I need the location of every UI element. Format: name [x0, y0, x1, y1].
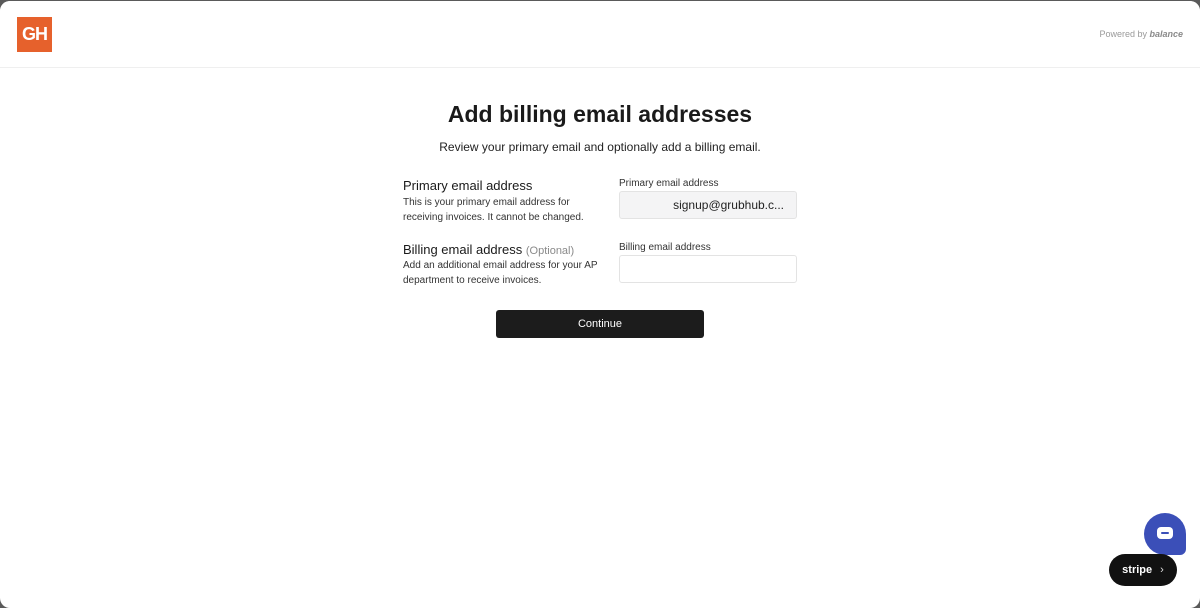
chevron-right-icon: ›: [1160, 564, 1164, 576]
billing-email-heading: Billing email address (Optional): [403, 242, 574, 257]
page-title: Add billing email addresses: [447, 101, 753, 127]
stripe-badge[interactable]: stripe ›: [1109, 554, 1177, 586]
primary-email-label: Primary email address: [619, 178, 719, 189]
billing-email-heading-text: Billing email address: [403, 242, 523, 257]
balance-brand: balance: [1149, 29, 1183, 39]
app-window: GH Powered by balance Add billing email …: [0, 1, 1200, 608]
primary-email-description: This is your primary email address for r…: [403, 197, 584, 223]
page-subtitle: Review your primary email and optionally…: [439, 140, 761, 154]
optional-tag: (Optional): [525, 245, 575, 257]
primary-email-field[interactable]: [619, 191, 797, 219]
continue-button[interactable]: Continue: [496, 310, 704, 338]
billing-email-label: Billing email address: [619, 242, 711, 253]
top-bar: GH Powered by balance: [0, 1, 1200, 68]
grubhub-logo: GH: [17, 17, 52, 52]
powered-by-prefix: Powered by: [1099, 29, 1150, 39]
chat-launcher-button[interactable]: [1144, 513, 1186, 555]
powered-by-text: Powered by balance: [1099, 29, 1183, 39]
stripe-label: stripe: [1122, 564, 1153, 576]
primary-email-heading: Primary email address: [403, 178, 533, 193]
billing-email-field[interactable]: [619, 255, 797, 283]
chat-bubble-icon: [1157, 527, 1173, 539]
billing-email-description: Add an additional email address for your…: [403, 260, 598, 286]
